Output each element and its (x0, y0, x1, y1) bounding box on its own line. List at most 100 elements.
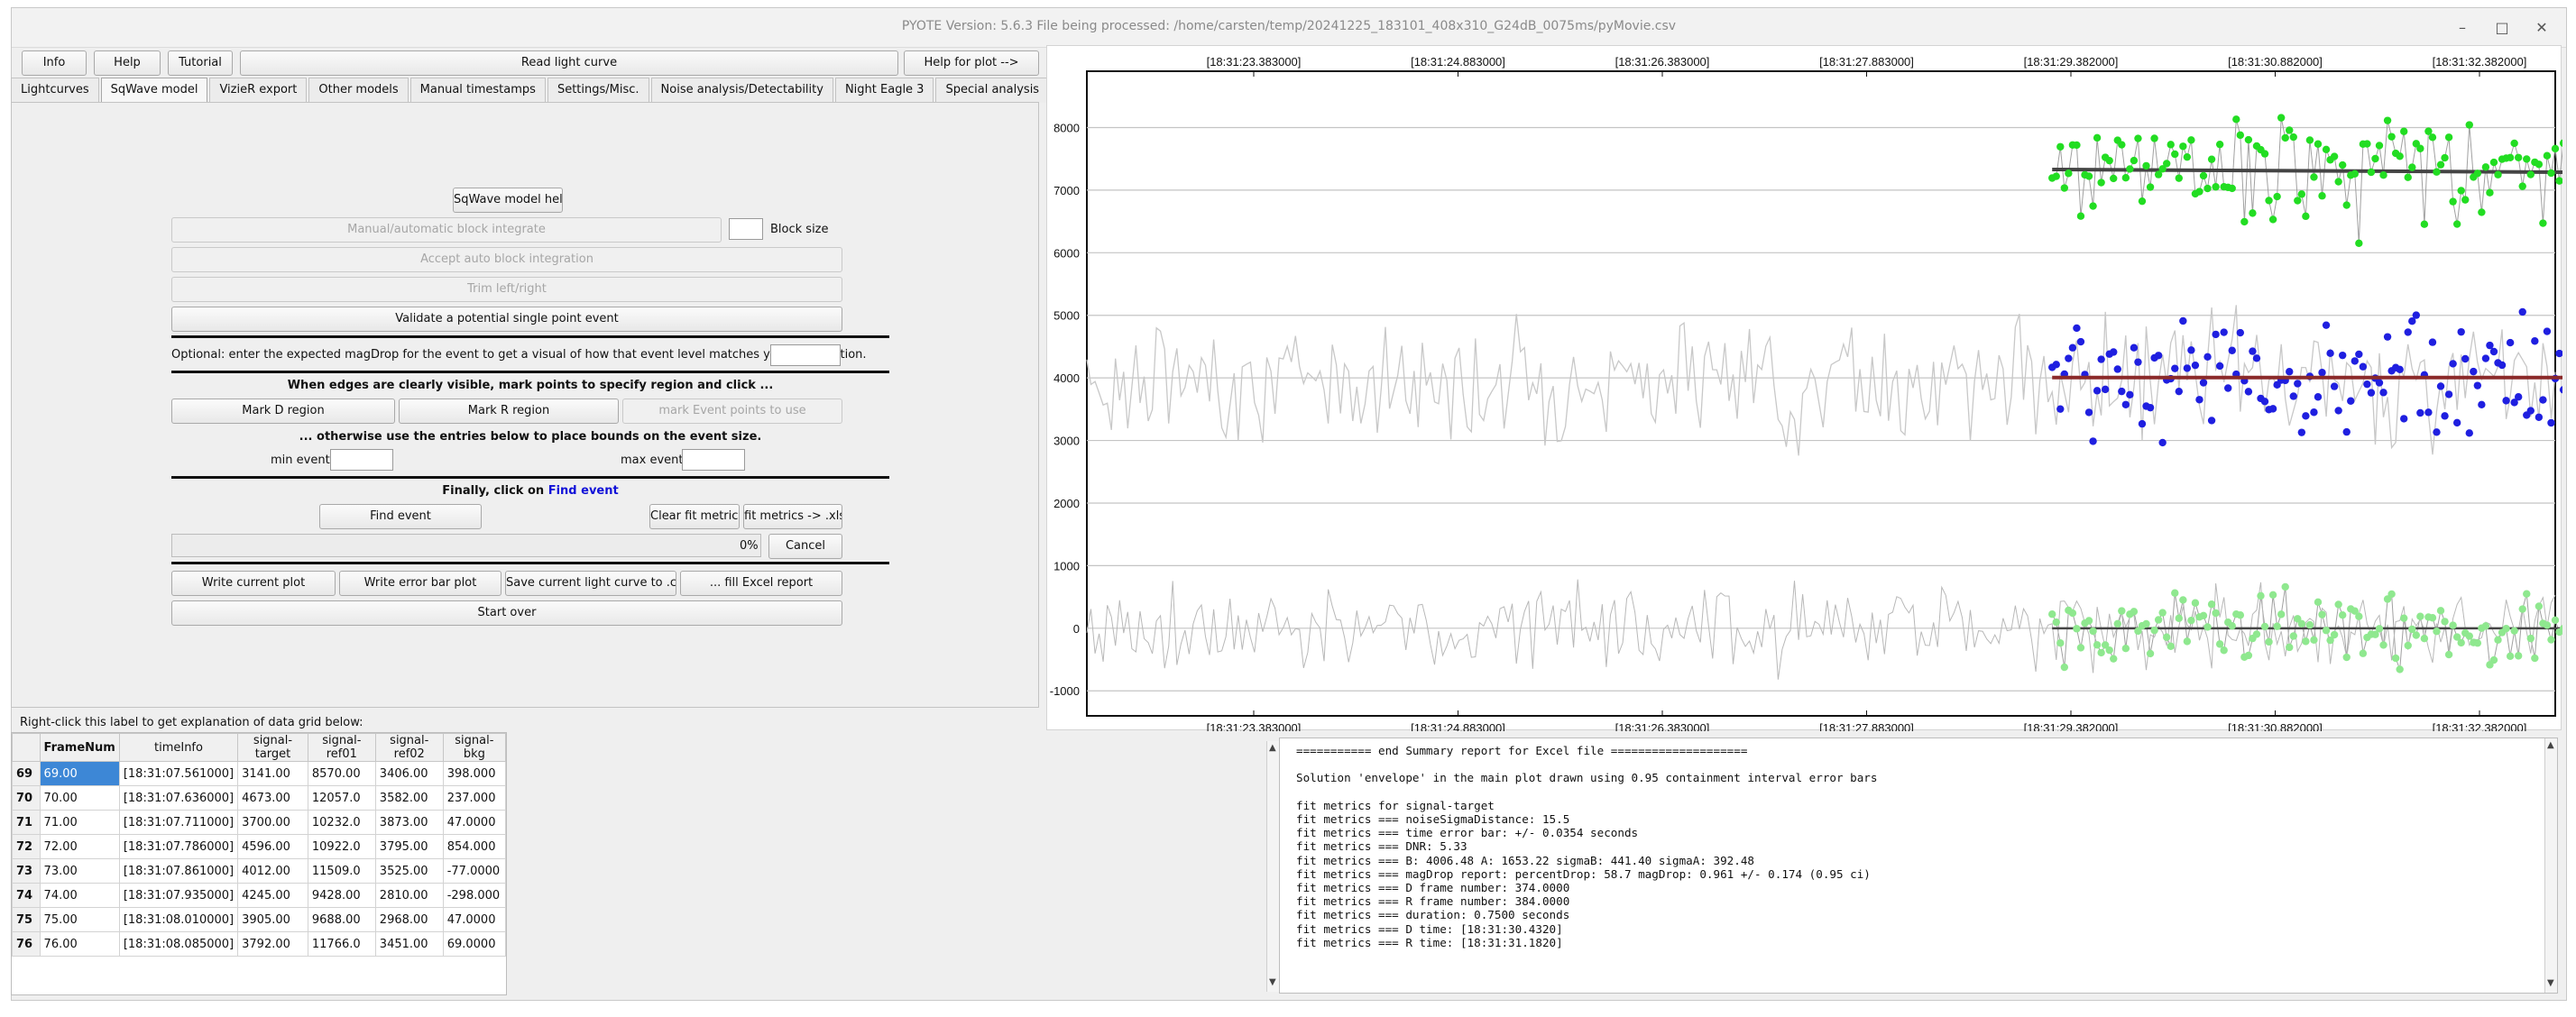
grid-cell[interactable]: [18:31:07.636000] (118, 785, 239, 811)
mark-d-region-button[interactable]: Mark D region (171, 399, 395, 424)
grid-cell[interactable]: -298.000 (442, 883, 506, 908)
grid-cell[interactable]: -77.0000 (442, 858, 506, 884)
save-light-curve-csv-button[interactable]: Save current light curve to .csv (505, 571, 676, 596)
start-over-button[interactable]: Start over (171, 600, 842, 626)
table-row[interactable]: 75 75.00 [18:31:08.010000] 3905.00 9688.00 29… (12, 907, 506, 932)
grid-cell[interactable]: 10922.0 (307, 834, 376, 859)
grid-cell[interactable]: 4245.00 (237, 883, 308, 908)
grid-cell[interactable]: 3406.00 (374, 761, 444, 786)
tab-manual-timestamps[interactable]: Manual timestamps (409, 78, 546, 103)
tab-sqwave-model[interactable]: SqWave model (100, 78, 208, 103)
grid-cell[interactable]: 2968.00 (374, 907, 444, 932)
grid-column-header[interactable]: FrameNum (39, 733, 120, 762)
grid-column-header[interactable]: timeInfo (118, 733, 239, 762)
table-row[interactable]: 71 71.00 [18:31:07.711000] 3700.00 10232.0 38… (12, 810, 506, 835)
grid-cell[interactable]: 398.000 (442, 761, 506, 786)
grid-cell[interactable]: 47.0000 (442, 810, 506, 835)
grid-cell[interactable]: 4673.00 (237, 785, 308, 811)
sqwave-model-help-button[interactable]: SqWave model help (453, 188, 563, 213)
find-event-link[interactable]: Find event (548, 484, 619, 498)
grid-cell[interactable]: 69.0000 (442, 931, 506, 957)
grid-cell[interactable]: 72.00 (39, 834, 120, 859)
table-row[interactable]: 76 76.00 [18:31:08.085000] 3792.00 11766.0 34… (12, 931, 506, 957)
grid-cell[interactable]: 74.00 (39, 883, 120, 908)
trim-button[interactable]: Trim left/right (171, 277, 842, 302)
grid-cell[interactable]: 237.000 (442, 785, 506, 811)
table-row[interactable]: 73 73.00 [18:31:07.861000] 4012.00 11509.0 35… (12, 858, 506, 884)
tab-settings-misc[interactable]: Settings/Misc. (547, 78, 649, 103)
help-button[interactable]: Help (94, 50, 161, 76)
grid-cell[interactable]: [18:31:08.010000] (118, 907, 239, 932)
tab-night-eagle-3[interactable]: Night Eagle 3 (834, 78, 934, 103)
write-current-plot-button[interactable]: Write current plot (171, 571, 336, 596)
table-row[interactable]: 72 72.00 [18:31:07.786000] 4596.00 10922.0 37… (12, 834, 506, 859)
grid-cell[interactable]: 12057.0 (307, 785, 376, 811)
tab-vizier-export[interactable]: VizieR export (209, 78, 308, 103)
report-scrollbar[interactable]: ▲ ▼ (2544, 738, 2557, 993)
light-curve-plot[interactable]: -1000 0 1000 2000 3000 4000 5000 6000 7000 8000 [1… (1046, 45, 2562, 731)
fit-metrics-xlsx-button[interactable]: fit metrics -> .xlsx (743, 504, 842, 529)
block-size-input[interactable] (729, 218, 763, 240)
row-header[interactable]: 69 (12, 761, 41, 786)
scroll-up-icon[interactable]: ▲ (1269, 743, 1276, 753)
grid-cell[interactable]: 9688.00 (307, 907, 376, 932)
light-curve-chart[interactable]: -1000 0 1000 2000 3000 4000 5000 6000 7000 8000 [1… (1047, 46, 2562, 731)
tutorial-button[interactable]: Tutorial (168, 50, 233, 76)
grid-cell[interactable]: 3905.00 (237, 907, 308, 932)
grid-cell[interactable]: [18:31:07.935000] (118, 883, 239, 908)
grid-cell[interactable]: 3451.00 (374, 931, 444, 957)
row-header[interactable]: 74 (12, 883, 41, 908)
grid-cell[interactable]: 3795.00 (374, 834, 444, 859)
grid-cell[interactable]: 11766.0 (307, 931, 376, 957)
help-for-plot-button[interactable]: Help for plot --> (904, 50, 1039, 76)
minimize-icon[interactable]: – (2451, 15, 2474, 39)
grid-cell[interactable]: 8570.00 (307, 761, 376, 786)
tab-lightcurves[interactable]: Lightcurves (11, 78, 99, 103)
grid-cell[interactable]: 71.00 (39, 810, 120, 835)
grid-cell[interactable]: 3525.00 (374, 858, 444, 884)
grid-cell[interactable]: 3873.00 (374, 810, 444, 835)
grid-cell[interactable]: [18:31:07.711000] (118, 810, 239, 835)
grid-cell[interactable]: 854.000 (442, 834, 506, 859)
grid-cell[interactable]: 75.00 (39, 907, 120, 932)
tab-noise-analysis-detectability[interactable]: Noise analysis/Detectability (650, 78, 833, 103)
fill-excel-report-button[interactable]: ... fill Excel report (680, 571, 842, 596)
grid-column-header[interactable]: signal-ref01 (307, 733, 376, 762)
grid-cell[interactable]: [18:31:08.085000] (118, 931, 239, 957)
mark-event-points-button[interactable]: mark Event points to use (622, 399, 842, 424)
grid-cell[interactable]: 76.00 (39, 931, 120, 957)
scroll-down-icon[interactable]: ▼ (2547, 978, 2554, 988)
fit-report-text[interactable]: =========== end Summary report for Excel… (1279, 738, 2558, 994)
grid-explanation-label[interactable]: Right-click this label to get explanatio… (20, 716, 363, 729)
grid-cell[interactable]: 4596.00 (237, 834, 308, 859)
mark-r-region-button[interactable]: Mark R region (399, 399, 619, 424)
grid-column-header[interactable]: signal-ref02 (374, 733, 444, 762)
grid-cell[interactable]: 3582.00 (374, 785, 444, 811)
row-header[interactable]: 72 (12, 834, 41, 859)
row-header[interactable]: 76 (12, 931, 41, 957)
table-row[interactable]: 69 69.00 [18:31:07.561000] 3141.00 8570.00 34… (12, 761, 506, 786)
find-event-button[interactable]: Find event (319, 504, 482, 529)
row-header[interactable]: 71 (12, 810, 41, 835)
table-row[interactable]: 70 70.00 [18:31:07.636000] 4673.00 12057.0 35… (12, 785, 506, 811)
grid-cell[interactable]: 47.0000 (442, 907, 506, 932)
grid-cell[interactable]: 10232.0 (307, 810, 376, 835)
scroll-up-icon[interactable]: ▲ (2547, 740, 2554, 750)
info-button[interactable]: Info (22, 50, 87, 76)
block-integrate-button[interactable]: Manual/automatic block integrate (171, 217, 722, 243)
row-header[interactable]: 73 (12, 858, 41, 884)
max-event-input[interactable] (682, 449, 745, 471)
tab-special-analysis[interactable]: Special analysis (935, 78, 1050, 103)
read-light-curve-button[interactable]: Read light curve (240, 50, 898, 76)
grid-cell[interactable]: 9428.00 (307, 883, 376, 908)
magdrop-input[interactable] (770, 344, 841, 366)
grid-cell[interactable]: 69.00 (39, 761, 120, 786)
tab-other-models[interactable]: Other models (308, 78, 409, 103)
scroll-down-icon[interactable]: ▼ (1269, 977, 1276, 987)
grid-cell[interactable]: 3792.00 (237, 931, 308, 957)
row-header[interactable]: 75 (12, 907, 41, 932)
accept-auto-block-button[interactable]: Accept auto block integration (171, 247, 842, 272)
maximize-icon[interactable]: □ (2490, 15, 2514, 39)
grid-cell[interactable]: 2810.00 (374, 883, 444, 908)
grid-scrollbar[interactable]: ▲ ▼ (1266, 741, 1279, 992)
